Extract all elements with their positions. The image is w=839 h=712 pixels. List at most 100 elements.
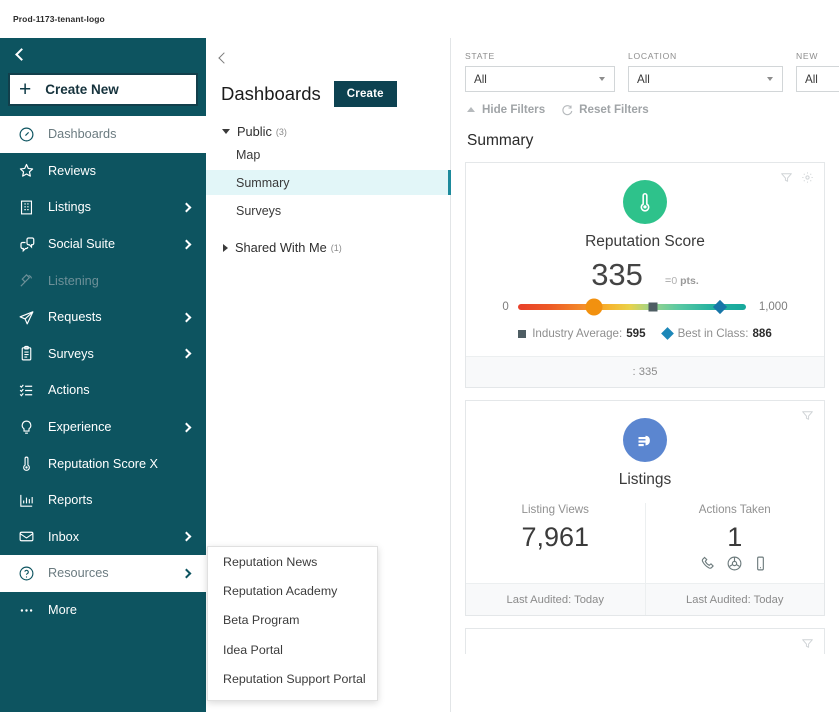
sidebar-item-social-suite[interactable]: Social Suite xyxy=(0,226,206,263)
state-dropdown-value: All xyxy=(474,72,487,86)
resources-flyout-menu: Reputation News Reputation Academy Beta … xyxy=(207,546,378,701)
sidebar-item-reviews[interactable]: Reviews xyxy=(0,153,206,190)
filter-funnel-icon[interactable] xyxy=(801,637,814,650)
card-footer: : 335 xyxy=(466,356,824,387)
dashboard-group-public[interactable]: Public (3) xyxy=(206,107,450,139)
filter-label: NEW xyxy=(796,51,819,61)
triangle-right-icon xyxy=(223,243,228,252)
create-new-button[interactable]: + Create New xyxy=(8,73,198,106)
hide-filters-label: Hide Filters xyxy=(482,103,546,116)
group-count: (3) xyxy=(275,126,287,137)
new-dropdown[interactable]: All xyxy=(796,66,839,92)
score-legend: Industry Average: 595 Best in Class: 886 xyxy=(466,327,824,356)
chevron-right-icon xyxy=(181,312,192,323)
score-gauge xyxy=(517,298,746,316)
filter-actions: Hide Filters Reset Filters xyxy=(451,92,839,116)
flyout-item-reputation-academy[interactable]: Reputation Academy xyxy=(208,576,377,605)
new-dropdown-value: All xyxy=(805,72,818,86)
sidebar-item-surveys[interactable]: Surveys xyxy=(0,336,206,373)
legend-value: 595 xyxy=(626,327,646,340)
location-dropdown[interactable]: All xyxy=(628,66,783,92)
directions-icon xyxy=(726,555,743,577)
chevron-down-icon xyxy=(599,77,605,81)
square-marker-icon xyxy=(518,329,527,338)
plus-icon: + xyxy=(19,78,32,101)
create-dashboard-button[interactable]: Create xyxy=(333,81,397,107)
sidebar-item-resources[interactable]: Resources xyxy=(0,555,206,592)
state-dropdown[interactable]: All xyxy=(465,66,615,92)
sidebar-label: Social Suite xyxy=(48,237,115,252)
sidebar-item-dashboards[interactable]: Dashboards xyxy=(0,116,206,153)
reputation-score-card: Reputation Score 335 =0 pts. 0 1,000 Ind… xyxy=(465,162,825,388)
stat-icons-placeholder xyxy=(466,555,645,577)
sidebar-label: Listening xyxy=(48,273,99,288)
gauge-min-label: 0 xyxy=(502,301,509,313)
building-icon xyxy=(17,198,36,217)
filter-funnel-icon[interactable] xyxy=(780,171,793,184)
filter-funnel-icon[interactable] xyxy=(801,409,814,422)
hide-filters-button[interactable]: Hide Filters xyxy=(467,103,545,116)
ellipsis-icon xyxy=(17,601,36,620)
chevron-right-icon xyxy=(181,348,192,359)
inbox-icon xyxy=(17,527,36,546)
chat-bubbles-icon xyxy=(17,235,36,254)
gauge-max-label: 1,000 xyxy=(758,301,788,313)
reset-filters-button[interactable]: Reset Filters xyxy=(561,103,649,116)
sidebar-item-reputation-score-x[interactable]: Reputation Score X xyxy=(0,445,206,482)
location-dropdown-value: All xyxy=(637,72,650,86)
stat-listing-views: Listing Views 7,961 xyxy=(466,503,645,583)
paper-plane-icon xyxy=(17,308,36,327)
dashboard-item-summary[interactable]: Summary xyxy=(206,170,451,195)
group-count: (1) xyxy=(330,242,342,253)
flyout-item-idea-portal[interactable]: Idea Portal xyxy=(208,635,377,664)
gauge-industry-average-marker xyxy=(648,302,658,312)
filter-label: STATE xyxy=(465,51,495,61)
chevron-right-icon xyxy=(181,531,192,542)
sidebar-collapse-button[interactable] xyxy=(0,38,206,71)
sidebar-item-listening[interactable]: Listening xyxy=(0,262,206,299)
sidebar-item-actions[interactable]: Actions xyxy=(0,372,206,409)
stat-label: Listing Views xyxy=(521,503,589,516)
sidebar-label: Requests xyxy=(48,310,102,325)
clipboard-icon xyxy=(17,344,36,363)
bar-chart-icon xyxy=(17,491,36,510)
question-circle-icon xyxy=(17,564,36,583)
sidebar-item-listings[interactable]: Listings xyxy=(0,189,206,226)
filter-label: LOCATION xyxy=(628,51,677,61)
panel-collapse-button[interactable] xyxy=(206,38,450,67)
thermometer-icon xyxy=(17,454,36,473)
stat-value: 1 xyxy=(727,522,743,552)
reputation-score-value: 335 xyxy=(591,257,643,292)
flyout-item-beta-program[interactable]: Beta Program xyxy=(208,606,377,635)
flyout-item-reputation-support-portal[interactable]: Reputation Support Portal xyxy=(208,665,377,694)
star-icon xyxy=(17,161,36,180)
dashboard-item-map[interactable]: Map xyxy=(206,142,450,167)
sidebar-label: Experience xyxy=(48,420,112,435)
sidebar-label: Dashboards xyxy=(48,127,117,142)
reputation-score-badge xyxy=(623,180,667,224)
chevron-right-icon xyxy=(181,422,192,432)
next-card-partial xyxy=(465,628,825,655)
filter-new: NEW All xyxy=(796,51,839,92)
dashboard-item-surveys[interactable]: Surveys xyxy=(206,198,450,223)
card-actions xyxy=(801,409,814,422)
sidebar-item-requests[interactable]: Requests xyxy=(0,299,206,336)
sidebar-item-more[interactable]: More xyxy=(0,592,206,629)
sidebar-label: Actions xyxy=(48,383,90,398)
triangle-down-icon xyxy=(222,129,230,134)
diamond-marker-icon xyxy=(660,327,674,340)
sidebar-item-experience[interactable]: Experience xyxy=(0,409,206,446)
tenant-logo-text: Prod-1173-tenant-logo xyxy=(13,14,105,24)
app-root: Prod-1173-tenant-logo + Create New Dashb… xyxy=(0,0,839,712)
score-gauge-row: 0 1,000 xyxy=(466,298,824,316)
stat-label: Actions Taken xyxy=(698,503,771,516)
reset-filters-label: Reset Filters xyxy=(579,103,649,116)
satellite-icon xyxy=(17,271,36,290)
sidebar-item-inbox[interactable]: Inbox xyxy=(0,519,206,556)
chevron-right-icon xyxy=(181,239,192,250)
sidebar-item-reports[interactable]: Reports xyxy=(0,482,206,519)
flyout-item-reputation-news[interactable]: Reputation News xyxy=(208,547,377,576)
gear-icon[interactable] xyxy=(801,171,814,184)
action-type-icons xyxy=(646,555,825,577)
dashboard-group-shared-with-me[interactable]: Shared With Me (1) xyxy=(206,223,450,255)
